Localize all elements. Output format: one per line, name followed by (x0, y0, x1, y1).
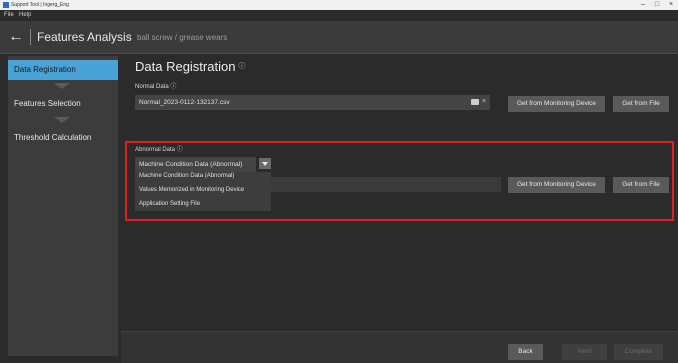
next-button[interactable]: Next (562, 344, 607, 360)
page-title-text: Data Registration (135, 59, 236, 74)
menu-bar: File Help (0, 10, 678, 21)
highlight-box (125, 141, 674, 221)
normal-data-file-value: Normal_2023-0112-132137.csv (139, 99, 230, 106)
maximize-icon[interactable]: □ (650, 0, 664, 10)
back-button[interactable]: Back (508, 344, 543, 360)
normal-data-label-text: Normal Data (135, 84, 169, 90)
main-panel: Data Registration ⓘ Normal Data ⓘ Normal_… (121, 56, 678, 363)
breadcrumb: ball screw / grease wears (137, 33, 228, 42)
title-bar: Support Tool | Ingerg_Eng – □ × (0, 0, 678, 10)
chevron-down-icon (54, 83, 70, 89)
minimize-icon[interactable]: – (636, 0, 650, 10)
step-features-selection[interactable]: Features Selection (8, 94, 118, 114)
get-from-file-button[interactable]: Get from File (613, 96, 669, 112)
menu-help[interactable]: Help (19, 11, 31, 20)
step-data-registration[interactable]: Data Registration (8, 60, 118, 80)
page-header: ← Features Analysis > ball screw / greas… (0, 21, 678, 54)
normal-data-label: Normal Data ⓘ (135, 83, 176, 92)
steps-sidebar: Data Registration Features Selection Thr… (8, 56, 118, 356)
info-icon[interactable]: ⓘ (170, 84, 176, 90)
get-from-monitoring-device-button[interactable]: Get from Monitoring Device (508, 96, 605, 112)
page-title: Data Registration ⓘ (135, 58, 245, 76)
breadcrumb-separator: > (126, 32, 132, 42)
clear-icon[interactable]: × (482, 96, 486, 108)
close-icon[interactable]: × (664, 0, 678, 10)
back-arrow-icon[interactable]: ← (8, 28, 24, 46)
folder-icon[interactable] (471, 99, 479, 105)
complete-button[interactable]: Complete (614, 344, 663, 360)
app-icon (3, 2, 9, 8)
page-section-title: Features Analysis (37, 30, 132, 44)
header-divider (30, 29, 31, 45)
window-title: Support Tool | Ingerg_Eng (11, 2, 69, 8)
menu-file[interactable]: File (4, 11, 14, 20)
step-threshold-calculation[interactable]: Threshold Calculation (8, 128, 118, 148)
normal-data-file-field[interactable]: Normal_2023-0112-132137.csv (135, 95, 490, 110)
chevron-down-icon (54, 117, 70, 123)
info-icon[interactable]: ⓘ (238, 63, 245, 70)
